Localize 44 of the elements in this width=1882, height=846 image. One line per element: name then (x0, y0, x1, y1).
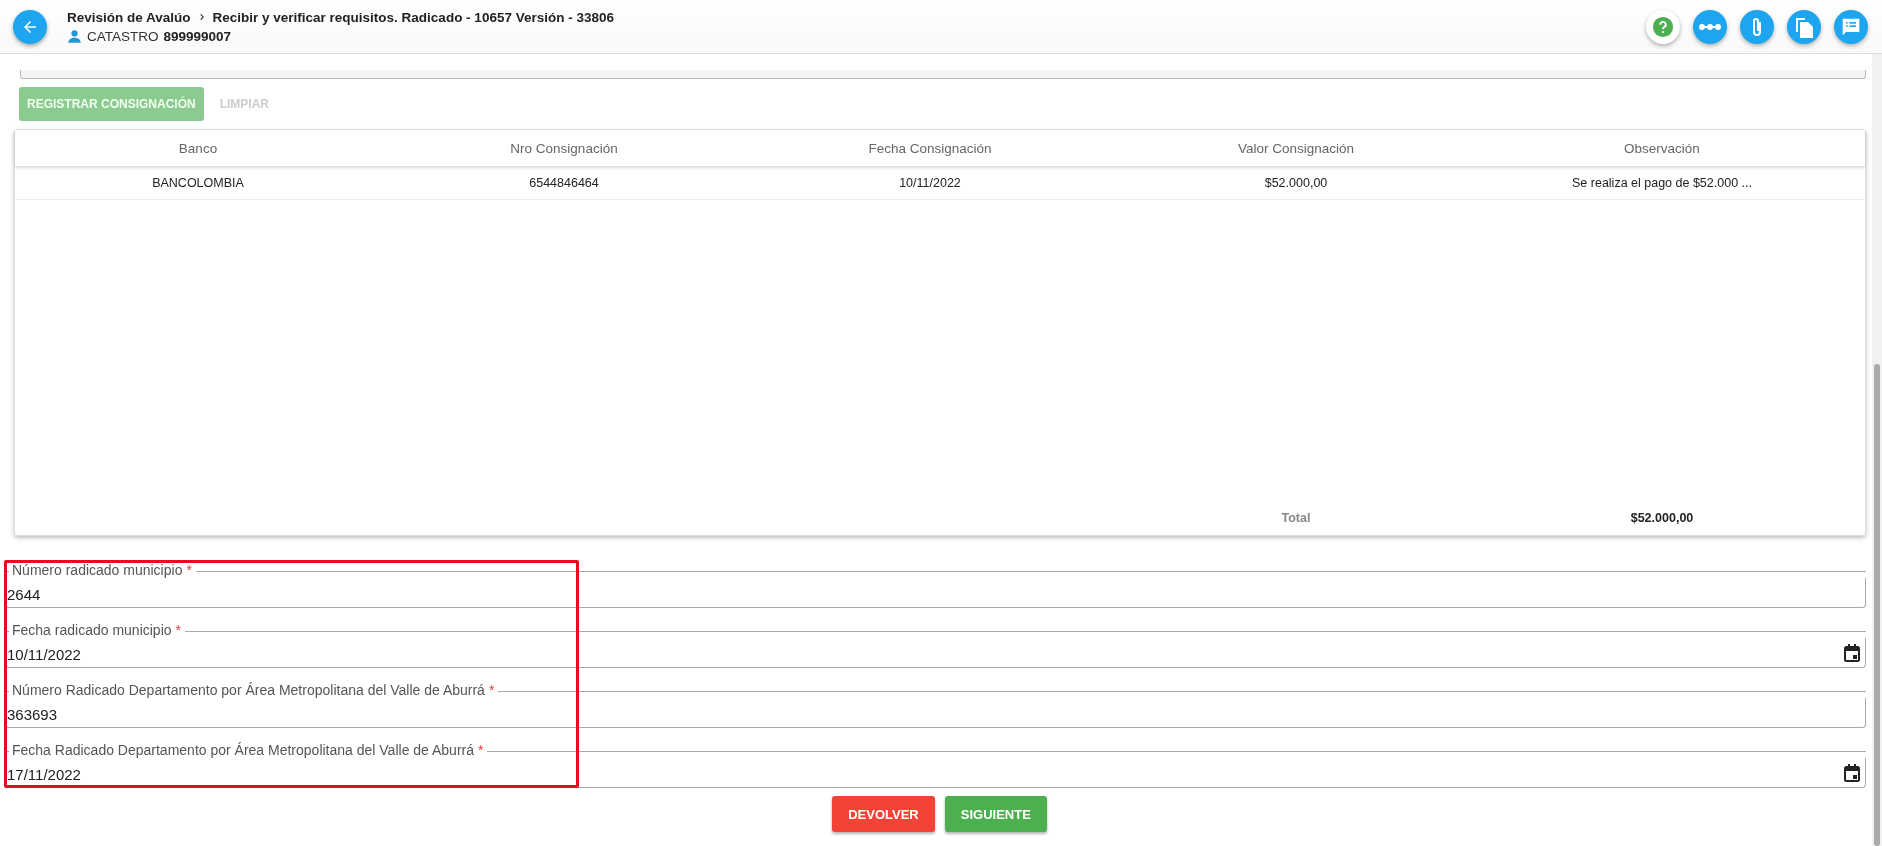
attachment-button[interactable] (1740, 9, 1774, 44)
back-button[interactable] (13, 9, 47, 44)
field-label: Número Radicado Departamento por Área Metropolitana del Valle de Aburrá (11, 682, 485, 698)
calendar-icon[interactable] (1844, 764, 1860, 782)
connected-dots-icon (1699, 22, 1721, 31)
total-value: $52.000,00 (1629, 511, 1695, 525)
process-title: Revisión de Avalúo (67, 9, 191, 25)
required-mark: * (488, 682, 495, 698)
field-label: Número radicado municipio (11, 562, 183, 578)
field-value: 10/11/2022 (7, 646, 81, 664)
table-cell-text: BANCOLOMBIA (151, 175, 245, 190)
comments-button[interactable] (1834, 9, 1868, 44)
field-value: 17/11/2022 (7, 766, 81, 784)
column-header: Banco (177, 140, 219, 156)
required-mark: * (175, 622, 181, 638)
column-header: Valor Consignación (1236, 140, 1356, 156)
step-title: Recibir y verificar requisitos. Radicado - 10657 Versión - 33806 (212, 9, 614, 25)
field-value: 363693 (7, 706, 58, 724)
user-role: CATASTRO (87, 28, 159, 44)
required-mark: * (186, 562, 192, 578)
table-cell-text: Se realiza el pago de $52.000 ... (1571, 175, 1753, 190)
column-header: Observación (1623, 140, 1701, 156)
total-label: Total (1280, 511, 1312, 525)
table-cell-text: 10/11/2022 (898, 175, 962, 190)
scrollbar[interactable] (1872, 54, 1882, 846)
table-cell-text: 6544846464 (528, 175, 600, 190)
comment-list-icon (1841, 16, 1861, 37)
field-label: Fecha Radicado Departamento por Área Metropolitana del Valle de Aburrá (11, 742, 474, 758)
column-header: Nro Consignación (509, 140, 619, 156)
documents-button[interactable] (1787, 9, 1821, 44)
column-header: Fecha Consignación (867, 140, 993, 156)
required-mark: * (478, 742, 484, 758)
workflow-button[interactable] (1693, 9, 1727, 44)
help-icon (1652, 15, 1674, 38)
field-label: Fecha radicado municipio (11, 622, 172, 638)
table-cell-text: $52.000,00 (1263, 175, 1329, 190)
help-button[interactable] (1646, 9, 1680, 44)
user-id: 899999007 (163, 28, 232, 44)
footer-button[interactable]: DEVOLVER (832, 796, 935, 832)
documents-icon (1794, 15, 1814, 38)
paperclip-icon (1750, 15, 1764, 38)
calendar-icon[interactable] (1844, 644, 1860, 662)
field-value: 2644 (7, 586, 41, 604)
person-icon (67, 28, 82, 44)
